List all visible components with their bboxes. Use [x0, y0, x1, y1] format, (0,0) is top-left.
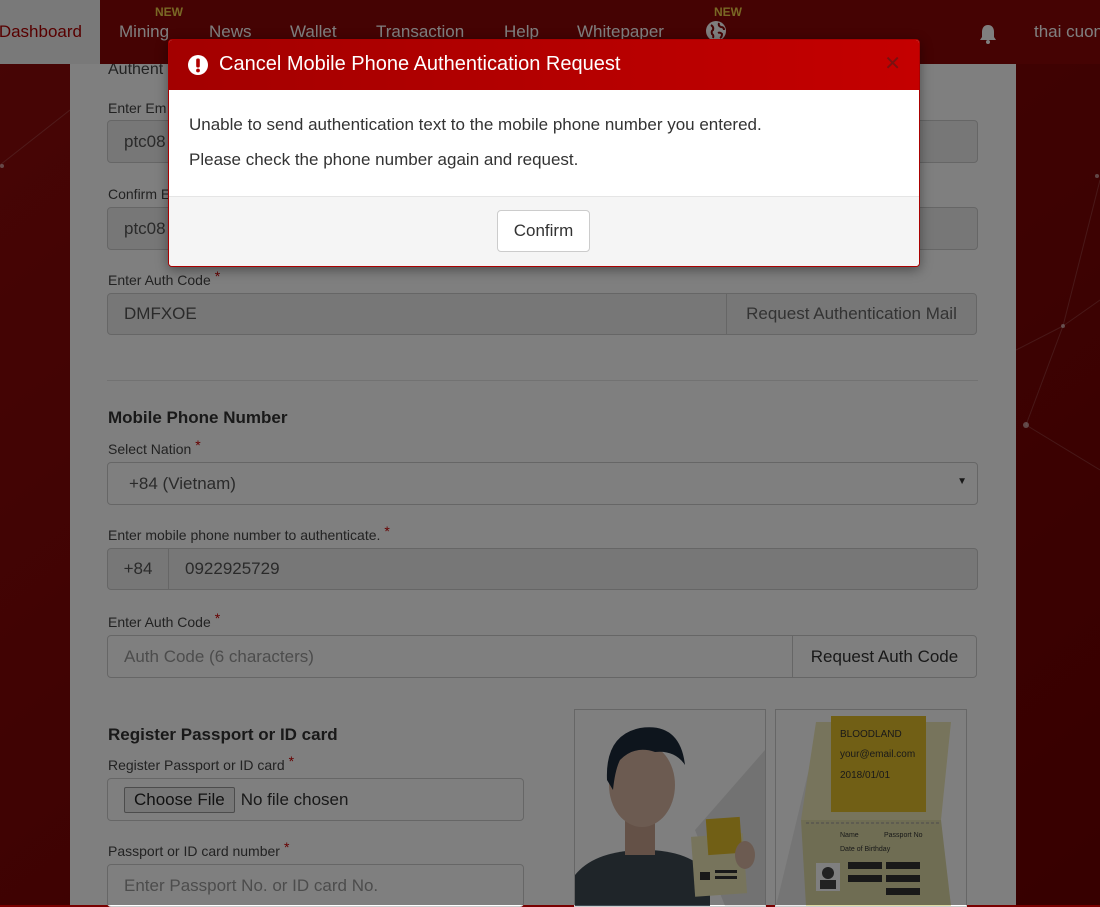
close-icon[interactable]: ✕: [884, 54, 901, 74]
modal-message-line-1: Unable to send authentication text to th…: [189, 115, 762, 134]
exclamation-icon: [188, 55, 208, 75]
modal-title: Cancel Mobile Phone Authentication Reque…: [219, 53, 621, 75]
modal-message-line-2: Please check the phone number again and …: [189, 150, 579, 169]
modal-footer: Confirm: [169, 196, 919, 266]
confirm-button[interactable]: Confirm: [497, 210, 590, 252]
modal-header: Cancel Mobile Phone Authentication Reque…: [169, 40, 919, 90]
cancel-auth-modal: Cancel Mobile Phone Authentication Reque…: [168, 39, 920, 267]
